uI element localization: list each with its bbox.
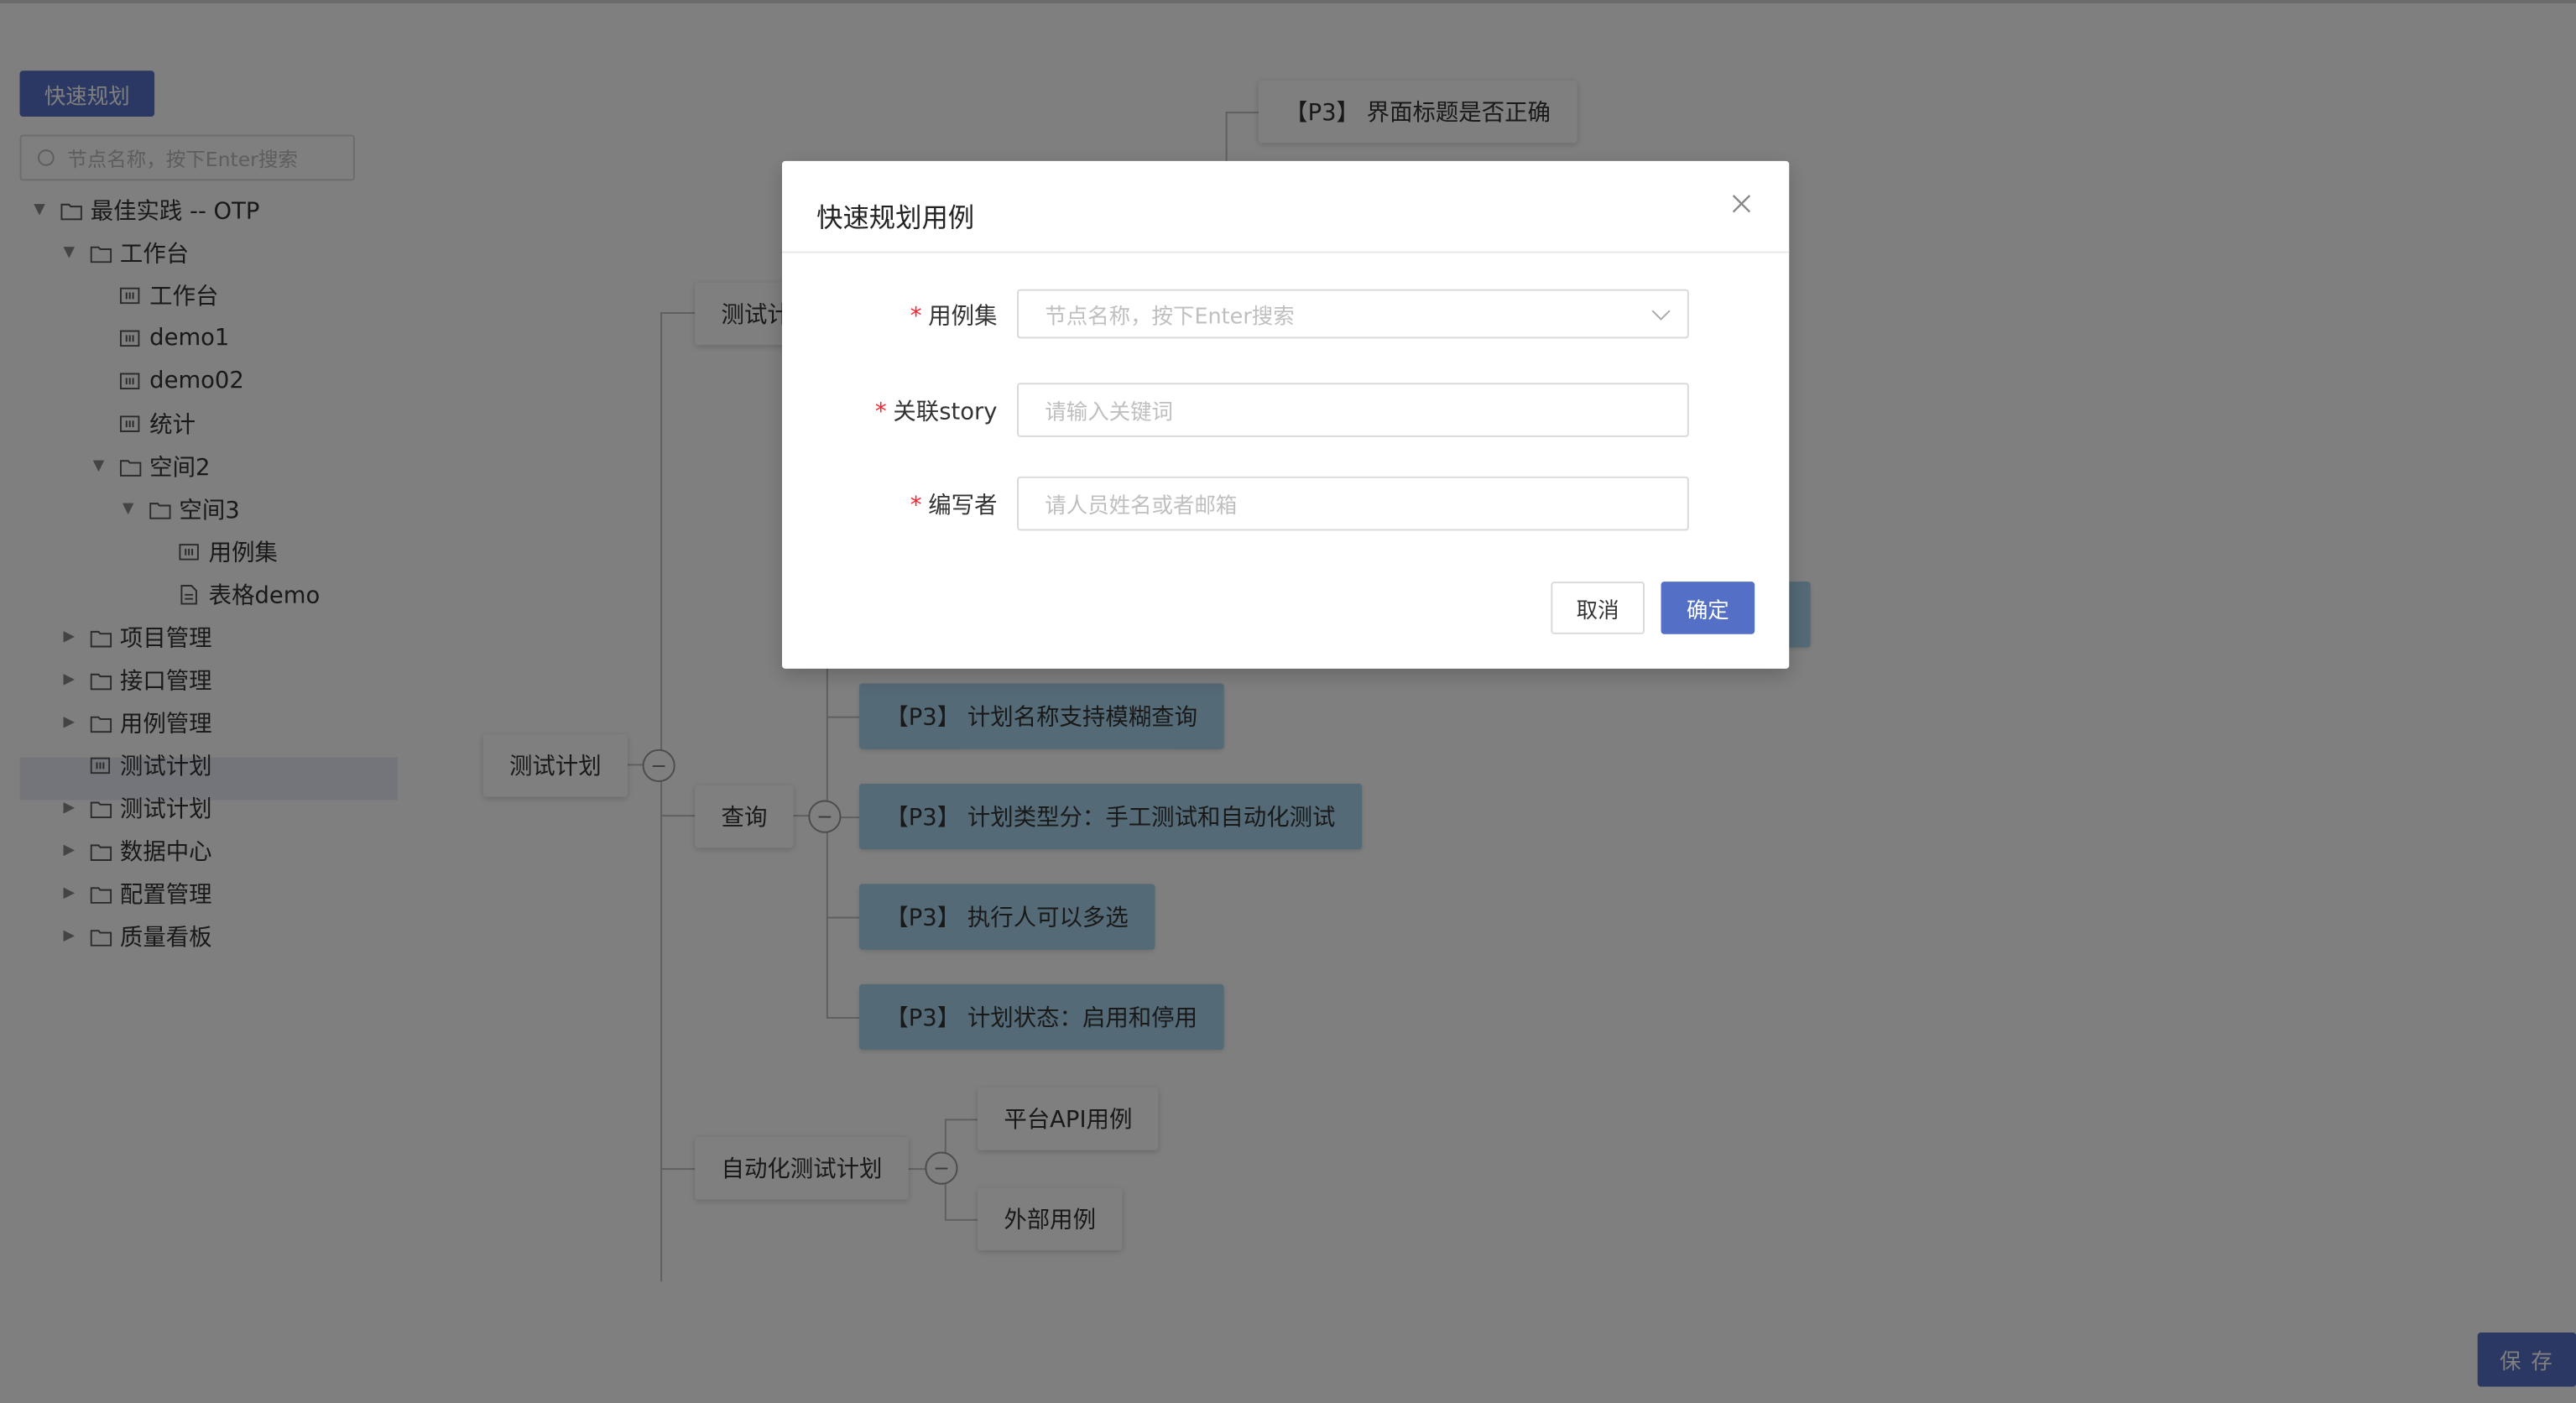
case-set-placeholder: 节点名称，按下Enter搜索 (1045, 305, 1295, 330)
modal-title: 快速规划用例 (816, 201, 975, 234)
close-icon[interactable] (1729, 190, 1755, 216)
quick-plan-modal: 快速规划用例 * 用例集 节点名称，按下Enter搜索 * 关联story 请输入关… (782, 160, 1790, 669)
case-set-select[interactable]: 节点名称，按下Enter搜索 (1017, 289, 1689, 339)
ok-button[interactable]: 确定 (1661, 582, 1755, 634)
story-label: * 关联story (874, 399, 998, 426)
author-label: * 编写者 (910, 493, 998, 519)
cancel-button[interactable]: 取消 (1551, 582, 1645, 634)
story-input[interactable]: 请输入关键词 (1017, 383, 1689, 437)
story-placeholder: 请输入关键词 (1045, 400, 1174, 426)
author-input[interactable]: 请人员姓名或者邮箱 (1017, 476, 1689, 531)
modal-divider (782, 251, 1790, 253)
author-placeholder: 请人员姓名或者邮箱 (1045, 494, 1238, 519)
case-set-label: * 用例集 (910, 304, 998, 331)
chevron-down-icon (1651, 301, 1671, 321)
